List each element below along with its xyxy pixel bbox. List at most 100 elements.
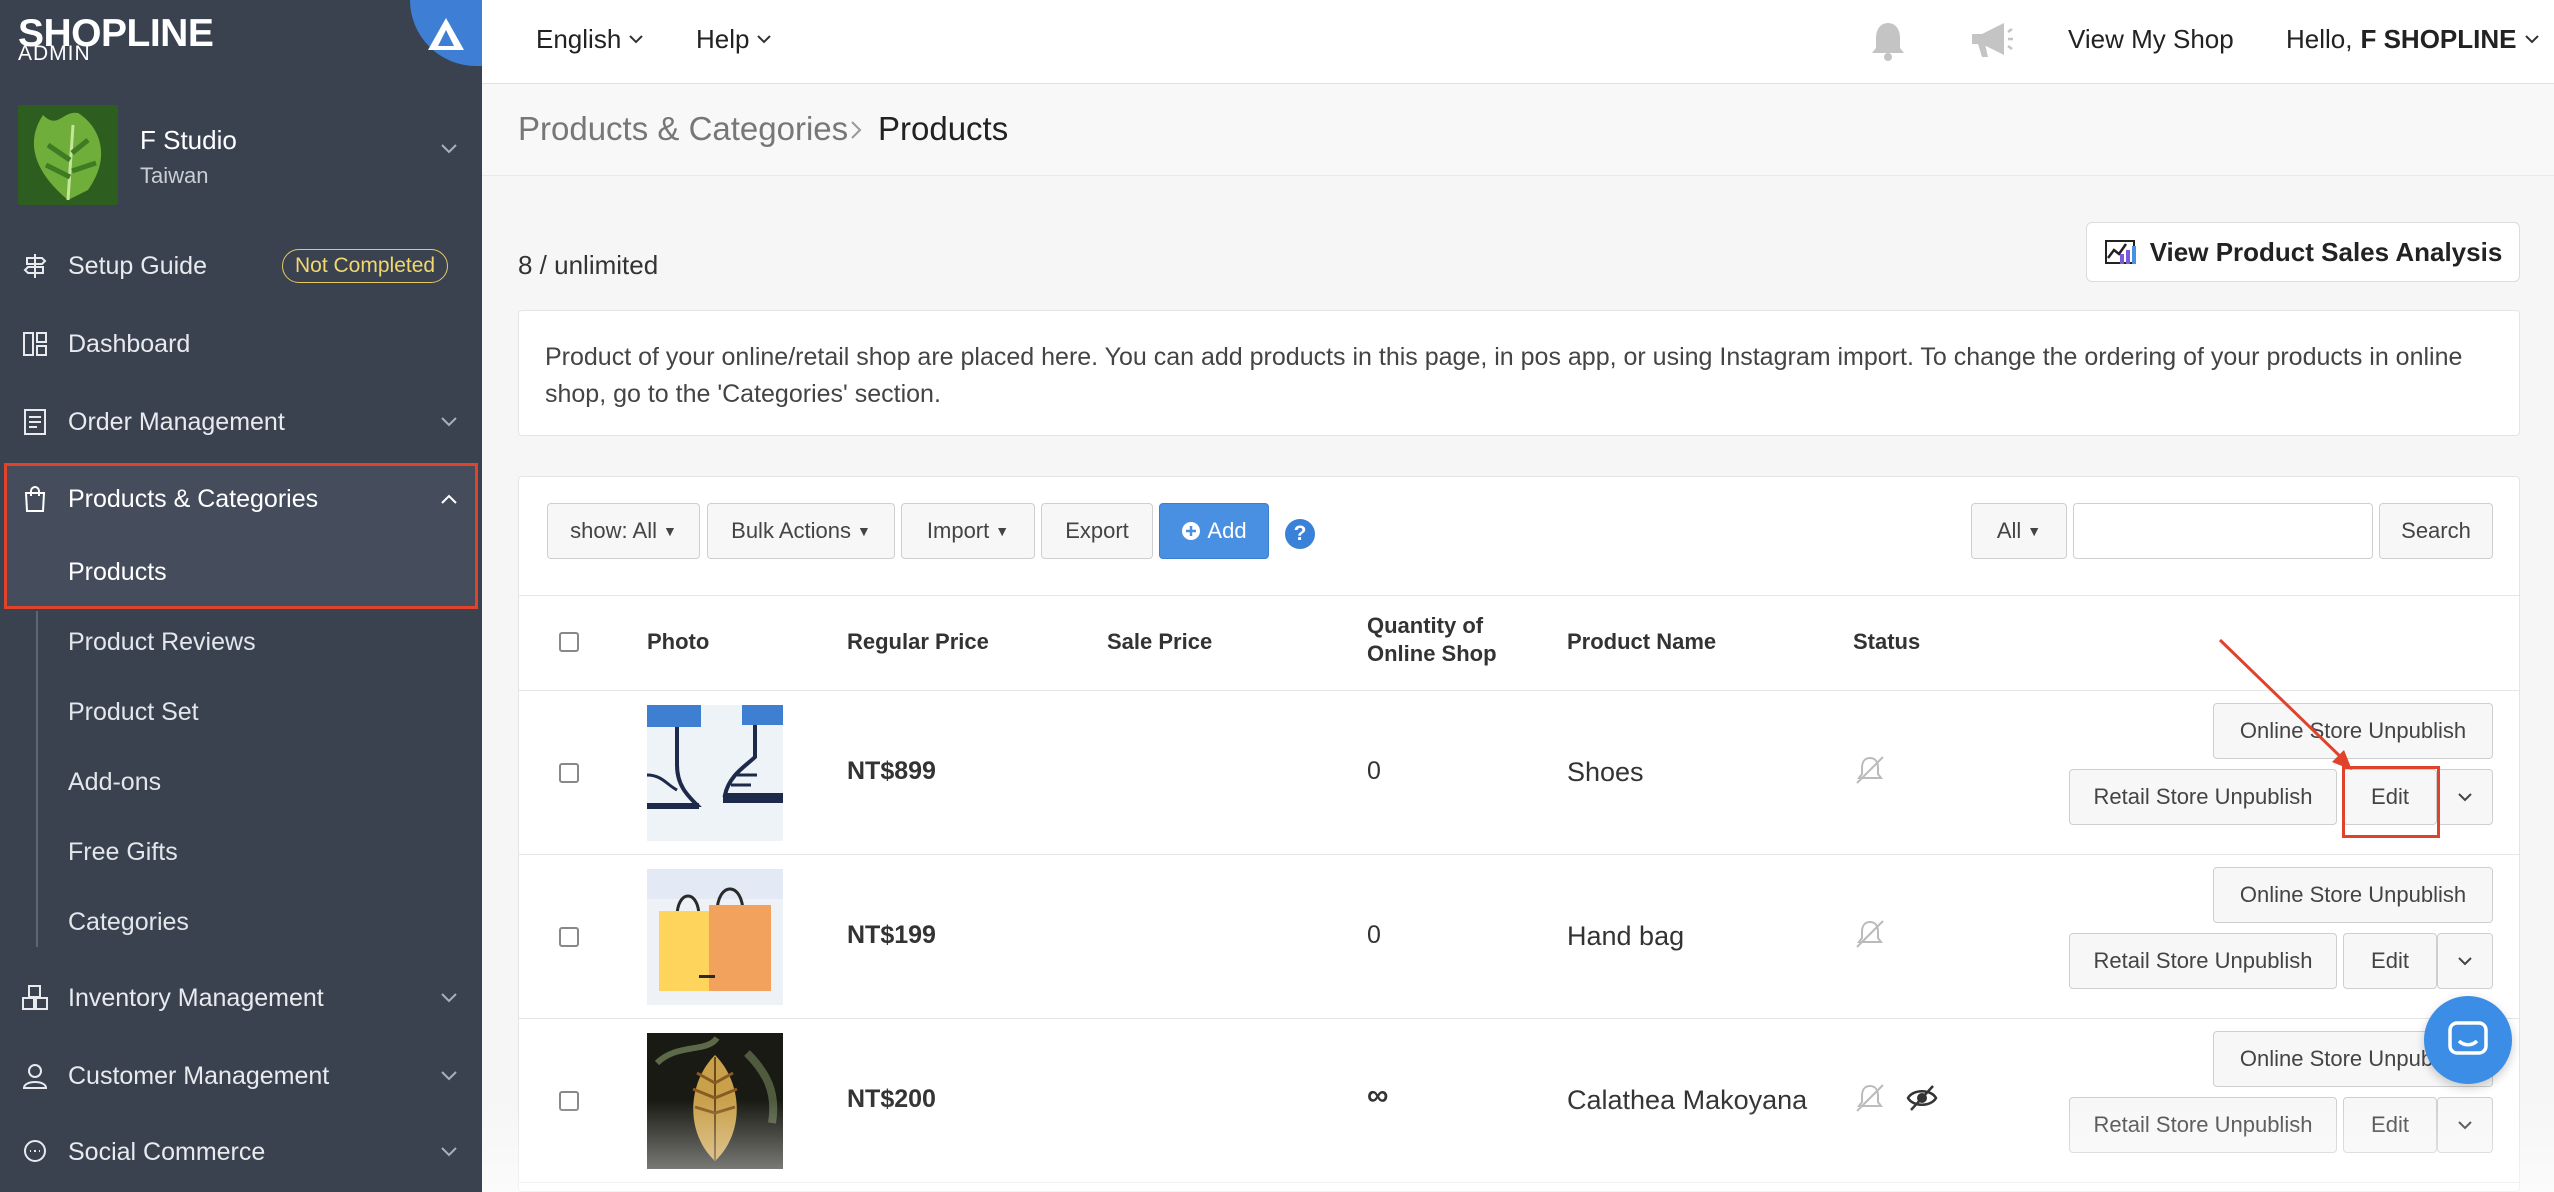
sidebar-item-label: Social Commerce (68, 1137, 266, 1166)
view-sales-analysis-button[interactable]: View Product Sales Analysis (2086, 222, 2520, 282)
sidebar-item-dashboard[interactable]: Dashboard (0, 314, 482, 374)
caret-down-icon: ▼ (995, 523, 1010, 539)
chevron-down-icon (441, 417, 457, 427)
column-sale-price: Sale Price (1107, 629, 1213, 654)
sidebar-item-products-categories[interactable]: Products & Categories (0, 469, 482, 529)
sidebar-item-label: Products & Categories (68, 484, 319, 513)
sidebar-subitem-product-reviews[interactable]: Product Reviews (68, 628, 256, 657)
sidebar-item-customer-management[interactable]: Customer Management (0, 1046, 482, 1106)
product-count: 8 / unlimited (518, 250, 659, 280)
more-actions-dropdown[interactable] (2437, 769, 2493, 825)
product-photo-shoes[interactable] (647, 705, 783, 841)
boxes-icon (20, 983, 50, 1013)
sidebar-item-setup-guide[interactable]: Setup Guide Not Completed (0, 236, 482, 296)
chevron-down-icon (2458, 1120, 2472, 1129)
row-checkbox[interactable] (559, 927, 579, 947)
import-label: Import (926, 518, 990, 543)
online-store-unpublish-button[interactable]: Online Store Unpublish (2213, 867, 2493, 923)
store-region: Taiwan (140, 163, 209, 188)
breadcrumb-parent[interactable]: Products & Categories (518, 110, 848, 148)
pos-disabled-icon (1856, 756, 1884, 784)
store-avatar (18, 105, 118, 205)
product-photo-calathea[interactable] (647, 1033, 783, 1169)
sidebar-subitem-free-gifts[interactable]: Free Gifts (68, 838, 178, 867)
chat-icon (20, 1137, 50, 1167)
chevron-down-icon (441, 144, 457, 154)
user-icon (20, 1061, 50, 1091)
more-actions-dropdown[interactable] (2437, 1097, 2493, 1153)
select-all-checkbox[interactable] (559, 632, 579, 652)
chat-support-button[interactable] (2424, 996, 2512, 1084)
search-field-dropdown[interactable]: All ▼ (1971, 503, 2067, 559)
view-my-shop-link[interactable]: View My Shop (2068, 24, 2234, 55)
info-notice: Product of your online/retail shop are p… (518, 310, 2520, 436)
order-list-icon (20, 407, 50, 437)
chevron-down-icon (441, 1147, 457, 1157)
sidebar-subitem-product-set[interactable]: Product Set (68, 698, 199, 727)
import-dropdown[interactable]: Import ▼ (901, 503, 1035, 559)
edit-button[interactable]: Edit (2343, 1097, 2437, 1153)
bulk-actions-dropdown[interactable]: Bulk Actions ▼ (707, 503, 895, 559)
signpost-icon (20, 251, 50, 281)
top-bar: English Help View My Shop Hello, F SHOPL… (482, 0, 2554, 84)
edit-button[interactable]: Edit (2343, 933, 2437, 989)
pos-disabled-icon (1856, 920, 1884, 948)
search-field-label: All (1996, 518, 2022, 543)
chevron-down-icon (441, 993, 457, 1003)
pos-disabled-icon (1856, 1084, 1884, 1112)
view-sales-analysis-label: View Product Sales Analysis (2149, 236, 2503, 267)
column-product-name: Product Name (1567, 629, 1717, 654)
product-name[interactable]: Hand bag (1567, 921, 1684, 952)
export-button[interactable]: Export (1041, 503, 1153, 559)
sidebar-item-inventory-management[interactable]: Inventory Management (0, 968, 482, 1028)
retail-store-unpublish-button[interactable]: Retail Store Unpublish (2069, 933, 2337, 989)
language-dropdown[interactable]: English (536, 24, 643, 55)
sidebar-subitem-categories[interactable]: Categories (68, 908, 189, 937)
product-photo-hand-bag[interactable] (647, 869, 783, 1005)
more-actions-dropdown[interactable] (2437, 933, 2493, 989)
quantity: 0 (1367, 757, 1381, 785)
chat-bubble-icon (2448, 1021, 2488, 1055)
add-product-button[interactable]: Add (1159, 503, 1269, 559)
plus-circle-icon (1182, 522, 1201, 540)
status-badge: Not Completed (282, 249, 449, 283)
chevron-down-icon (2524, 35, 2539, 44)
store-name: F Studio (140, 125, 237, 155)
megaphone-icon[interactable] (1968, 20, 2014, 60)
sidebar-item-label: Order Management (68, 407, 285, 436)
help-label: Help (696, 24, 750, 54)
retail-store-unpublish-button[interactable]: Retail Store Unpublish (2069, 1097, 2337, 1153)
help-icon[interactable]: ? (1285, 519, 1315, 549)
sidebar-subitem-products[interactable]: Products (68, 558, 167, 587)
products-panel: show: All ▼ Bulk Actions ▼ Import ▼ Export … (518, 476, 2520, 1192)
regular-price: NT$199 (847, 921, 936, 949)
show-filter-dropdown[interactable]: show: All ▼ (547, 503, 700, 559)
sidebar-item-order-management[interactable]: Order Management (0, 392, 482, 452)
store-switcher[interactable]: F Studio Taiwan (18, 105, 466, 205)
chevron-down-icon (757, 35, 772, 44)
dashboard-icon (20, 329, 50, 359)
column-status: Status (1853, 629, 1921, 654)
annotation-arrow (2218, 638, 2352, 770)
product-name[interactable]: Shoes (1567, 757, 1644, 788)
quantity: ∞ (1367, 1079, 1389, 1112)
user-name: F SHOPLINE (2360, 24, 2517, 54)
table-row: NT$199 0 Hand bag Online Store Unpublish… (519, 855, 2519, 1019)
column-quantity-line2: Online Shop (1367, 641, 1497, 666)
chevron-down-icon (441, 1071, 457, 1081)
search-input[interactable] (2073, 503, 2373, 559)
app-switcher-icon[interactable] (410, 0, 482, 66)
chart-icon (2104, 240, 2136, 264)
caret-down-icon: ▼ (856, 523, 871, 539)
bell-icon[interactable] (1868, 20, 1908, 62)
row-checkbox[interactable] (559, 763, 579, 783)
caret-down-icon: ▼ (662, 523, 677, 539)
sidebar-subitem-add-ons[interactable]: Add-ons (68, 768, 161, 797)
sidebar-item-social-commerce[interactable]: Social Commerce (0, 1122, 482, 1182)
search-button[interactable]: Search (2379, 503, 2493, 559)
product-name[interactable]: Calathea Makoyana (1567, 1085, 1807, 1116)
shopping-bag-icon (20, 484, 50, 514)
help-dropdown[interactable]: Help (696, 24, 772, 55)
row-checkbox[interactable] (559, 1091, 579, 1111)
user-menu[interactable]: Hello, F SHOPLINE (2286, 24, 2539, 55)
